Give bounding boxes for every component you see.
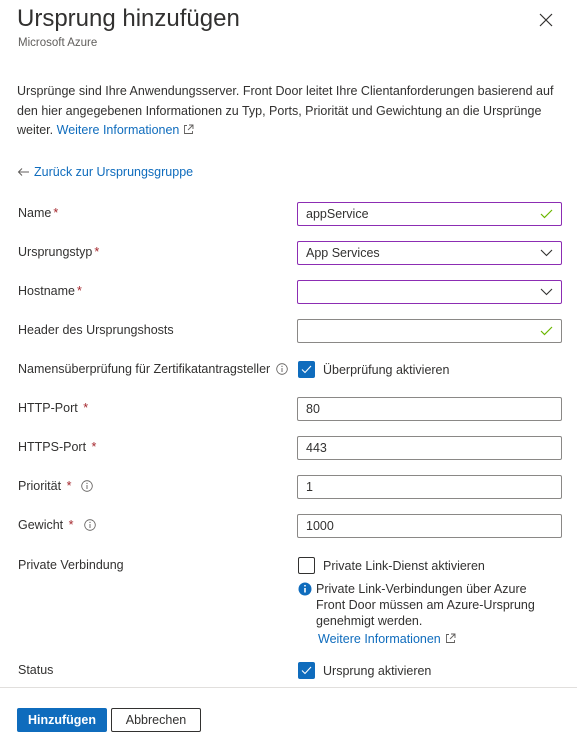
- external-link-icon: [445, 633, 456, 643]
- http-port-input[interactable]: 80: [297, 397, 562, 421]
- status-checkbox[interactable]: Ursprung aktivieren: [298, 662, 431, 679]
- cancel-button[interactable]: Abbrechen: [111, 708, 201, 732]
- close-button[interactable]: [535, 9, 557, 31]
- private-link-checkbox[interactable]: Private Link-Dienst aktivieren: [298, 557, 485, 574]
- checkbox-checked[interactable]: [298, 361, 315, 378]
- checkmark-icon: [301, 365, 312, 374]
- host-header-label: Header des Ursprungshosts: [18, 323, 174, 337]
- http-port-label: HTTP-Port *: [18, 401, 89, 415]
- hostname-label: Hostname *: [18, 284, 82, 298]
- private-link-learn-more-link[interactable]: Weitere Informationen: [318, 631, 456, 647]
- valid-check-icon: [540, 326, 553, 336]
- footer-divider: [0, 687, 577, 688]
- private-link-note-text: Private Link-Verbindungen über Azure Fro…: [316, 582, 535, 628]
- name-input[interactable]: appService: [297, 202, 562, 226]
- arrow-left-icon: [17, 168, 29, 176]
- info-icon[interactable]: [276, 363, 288, 375]
- page-subtitle: Microsoft Azure: [18, 37, 98, 49]
- add-button[interactable]: Hinzufügen: [17, 708, 107, 732]
- info-icon[interactable]: [81, 480, 94, 492]
- close-icon: [539, 13, 553, 27]
- chevron-down-icon: [540, 249, 553, 257]
- external-link-icon: [184, 124, 194, 134]
- learn-more-link[interactable]: Weitere Informationen: [57, 123, 195, 137]
- priority-input[interactable]: 1: [297, 475, 562, 499]
- info-icon[interactable]: [83, 519, 96, 531]
- host-header-input[interactable]: [297, 319, 562, 343]
- valid-check-icon: [540, 209, 553, 219]
- back-to-origin-group-link[interactable]: Zurück zur Ursprungsgruppe: [17, 165, 193, 179]
- private-link-label: Private Verbindung: [18, 558, 124, 572]
- chevron-down-icon: [540, 288, 553, 296]
- https-port-label: HTTPS-Port *: [18, 440, 97, 454]
- back-link-label: Zurück zur Ursprungsgruppe: [34, 165, 194, 179]
- https-port-input[interactable]: 443: [297, 436, 562, 460]
- hostname-dropdown[interactable]: [297, 280, 562, 304]
- weight-label: Gewicht *: [18, 518, 96, 532]
- private-link-info-note: Private Link-Verbindungen über Azure Fro…: [298, 581, 558, 647]
- name-label: Name *: [18, 206, 59, 220]
- status-label: Status: [18, 663, 54, 677]
- weight-input[interactable]: 1000: [297, 514, 562, 538]
- checkmark-icon: [301, 666, 312, 675]
- cert-check-checkbox[interactable]: Überprüfung aktivieren: [298, 361, 449, 378]
- description: Ursprünge sind Ihre Anwendungsserver. Fr…: [17, 82, 569, 141]
- cert-check-label: Namensüberprüfung für Zertifikatantragst…: [18, 362, 288, 376]
- origin-type-label: Ursprungstyp *: [18, 245, 100, 259]
- origin-type-dropdown[interactable]: App Services: [297, 241, 562, 265]
- info-filled-icon: [298, 582, 312, 596]
- page-title: Ursprung hinzufügen: [17, 5, 240, 32]
- checkbox-unchecked[interactable]: [298, 557, 315, 574]
- checkbox-checked[interactable]: [298, 662, 315, 679]
- priority-label: Priorität *: [18, 479, 94, 493]
